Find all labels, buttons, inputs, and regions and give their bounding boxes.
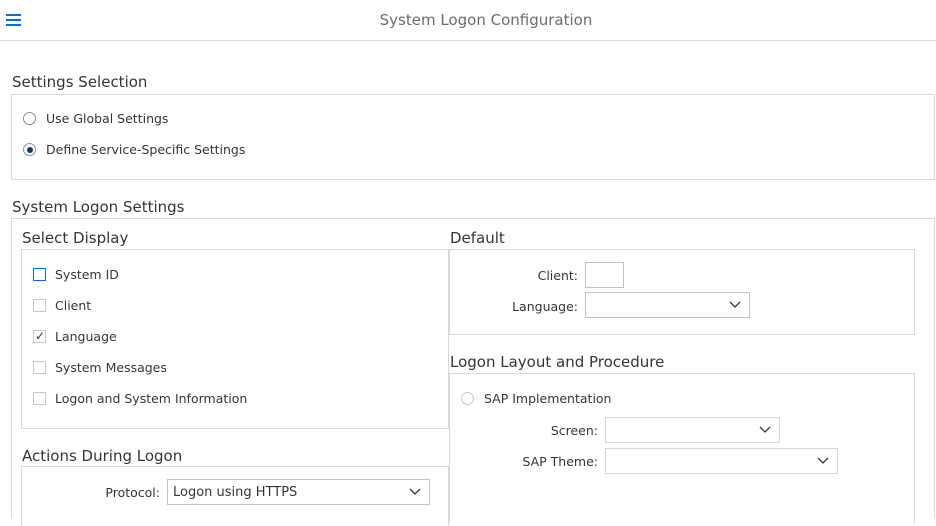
default-client-label: Client: <box>537 268 578 283</box>
checkmark-icon: ✓ <box>35 329 46 343</box>
settings-selection-title: Settings Selection <box>12 73 148 91</box>
screen-select[interactable] <box>605 417 780 443</box>
language-checkbox[interactable]: ✓ <box>33 329 46 343</box>
select-display-panel: System ID Client ✓ Language System Messa… <box>21 249 449 429</box>
protocol-select[interactable]: Logon using HTTPS <box>167 479 430 505</box>
actions-during-logon-title: Actions During Logon <box>22 447 183 465</box>
chevron-down-icon <box>409 488 421 495</box>
settings-selection-panel: Use Global Settings Define Service-Speci… <box>11 94 935 180</box>
use-global-settings-radio[interactable] <box>23 112 36 125</box>
sap-implementation-label[interactable]: SAP Implementation <box>484 391 611 406</box>
screen-label: Screen: <box>550 423 598 438</box>
default-language-select[interactable] <box>585 292 750 318</box>
app-header: System Logon Configuration <box>0 0 936 41</box>
system-messages-label[interactable]: System Messages <box>55 360 167 375</box>
default-language-label: Language: <box>512 299 578 314</box>
page-title: System Logon Configuration <box>379 11 593 29</box>
logon-layout-title: Logon Layout and Procedure <box>450 353 665 371</box>
client-checkbox[interactable] <box>33 299 46 312</box>
define-service-specific-radio[interactable] <box>23 143 36 156</box>
use-global-settings-label[interactable]: Use Global Settings <box>46 111 168 126</box>
chevron-down-icon <box>759 426 771 433</box>
default-panel: Client: Language: <box>449 249 915 335</box>
define-service-specific-label[interactable]: Define Service-Specific Settings <box>46 142 245 157</box>
protocol-label: Protocol: <box>105 485 160 500</box>
sap-implementation-radio[interactable] <box>461 392 474 405</box>
chevron-down-icon <box>817 457 829 464</box>
language-label[interactable]: Language <box>55 329 117 344</box>
system-id-checkbox[interactable] <box>33 268 46 281</box>
system-logon-settings-title: System Logon Settings <box>12 198 185 216</box>
default-client-input[interactable] <box>585 262 624 288</box>
client-label[interactable]: Client <box>55 298 91 313</box>
actions-during-logon-panel: Protocol: Logon using HTTPS <box>21 466 449 526</box>
sap-theme-label: SAP Theme: <box>522 454 598 469</box>
chevron-down-icon <box>729 301 741 308</box>
default-title: Default <box>450 229 505 247</box>
logon-system-info-label[interactable]: Logon and System Information <box>55 391 247 406</box>
system-id-label[interactable]: System ID <box>55 267 119 282</box>
select-display-title: Select Display <box>22 229 129 247</box>
logon-system-info-checkbox[interactable] <box>33 392 46 405</box>
protocol-select-value: Logon using HTTPS <box>173 485 298 500</box>
logon-layout-panel: SAP Implementation Screen: SAP Theme: <box>449 373 915 523</box>
sap-theme-select[interactable] <box>605 448 838 474</box>
system-messages-checkbox[interactable] <box>33 361 46 374</box>
